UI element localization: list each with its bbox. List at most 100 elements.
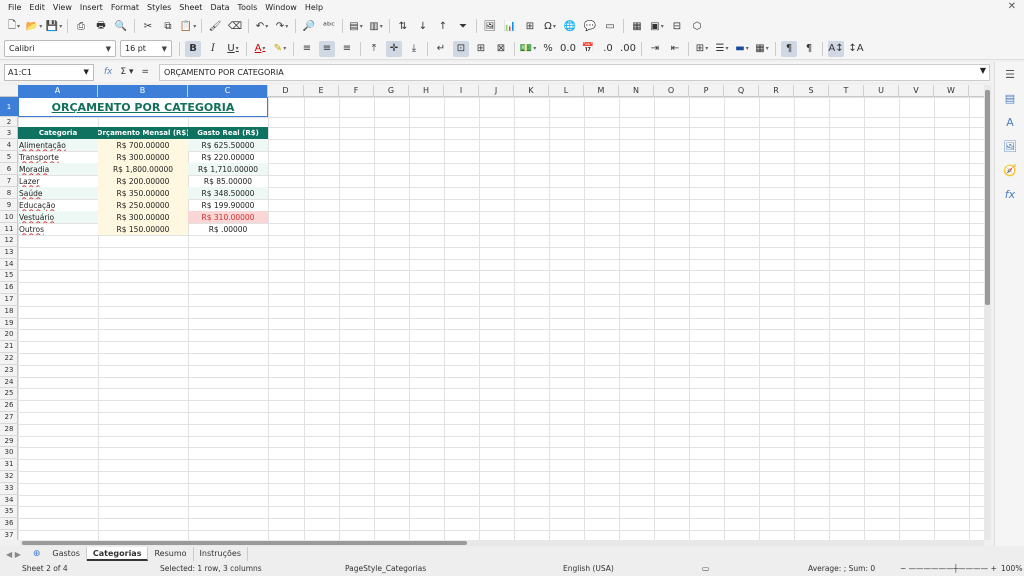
column-header-k[interactable]: K <box>514 85 549 97</box>
copy-icon[interactable]: ⧉ <box>160 18 176 34</box>
expand-formula-bar-icon[interactable]: ▼ <box>980 66 986 75</box>
percent-format-icon[interactable]: % <box>540 41 556 57</box>
row-header[interactable]: 12 <box>0 235 18 247</box>
right-to-left-icon[interactable]: ¶ <box>801 41 817 57</box>
formula-equals-icon[interactable]: = <box>141 67 149 77</box>
insert-chart-icon[interactable]: 📊 <box>502 18 518 34</box>
budget-cell[interactable]: R$ 1,800.00000 <box>98 163 188 175</box>
table-header-cell[interactable]: Orçamento Mensal (R$) <box>98 127 188 139</box>
category-cell[interactable]: Alimentação <box>18 139 98 151</box>
budget-cell[interactable]: R$ 300.00000 <box>98 211 188 223</box>
category-cell[interactable]: Lazer <box>18 175 98 187</box>
category-cell[interactable]: Vestuário <box>18 211 98 223</box>
column-header-h[interactable]: H <box>409 85 444 97</box>
font-color-icon[interactable]: A ▾ <box>252 41 268 57</box>
autofilter-icon[interactable]: ⏷ <box>455 18 471 34</box>
wrap-text-icon[interactable]: ↵ <box>433 41 449 57</box>
sheet-title-cell[interactable]: ORÇAMENTO POR CATEGORIA <box>18 97 268 117</box>
cut-icon[interactable]: ✂ <box>140 18 156 34</box>
new-document-icon[interactable]: 🗋 ▾ <box>6 18 22 34</box>
spent-cell[interactable]: R$ 625.50000 <box>188 139 268 151</box>
row-header[interactable]: 1 <box>0 97 18 117</box>
spent-cell[interactable]: R$ .00000 <box>188 223 268 235</box>
row-header[interactable]: 33 <box>0 483 18 495</box>
column-header-u[interactable]: U <box>864 85 899 97</box>
menu-view[interactable]: View <box>49 3 76 12</box>
border-style-icon[interactable]: ☰ ▾ <box>714 41 730 57</box>
budget-cell[interactable]: R$ 300.00000 <box>98 151 188 163</box>
find-replace-icon[interactable]: 🔎 <box>301 18 317 34</box>
row-header[interactable]: 2 <box>0 117 18 127</box>
save-icon[interactable]: 💾 ▾ <box>46 18 62 34</box>
special-character-icon[interactable]: Ω ▾ <box>542 18 558 34</box>
budget-cell[interactable]: R$ 700.00000 <box>98 139 188 151</box>
column-header-p[interactable]: P <box>689 85 724 97</box>
row-header[interactable]: 18 <box>0 306 18 318</box>
headers-footers-icon[interactable]: ▭ <box>602 18 618 34</box>
budget-cell[interactable]: R$ 350.00000 <box>98 187 188 199</box>
row-header[interactable]: 6 <box>0 163 18 175</box>
column-header-o[interactable]: O <box>654 85 689 97</box>
budget-cell[interactable]: R$ 200.00000 <box>98 175 188 187</box>
scroll-thumb[interactable] <box>985 90 990 305</box>
underline-icon[interactable]: U ▾ <box>225 41 241 57</box>
align-left-icon[interactable]: ≡ <box>299 41 315 57</box>
row-header[interactable]: 23 <box>0 365 18 377</box>
left-to-right-icon[interactable]: ¶ <box>781 40 797 57</box>
row-header[interactable]: 10 <box>0 211 18 223</box>
menu-icon[interactable]: ☰ <box>1003 68 1017 82</box>
zoom-slider[interactable]: − ——————┼———— + <box>900 564 997 573</box>
hyperlink-icon[interactable]: 🌐 <box>562 18 578 34</box>
clear-formatting-icon[interactable]: ⌫ <box>227 18 243 34</box>
spent-cell[interactable]: R$ 348.50000 <box>188 187 268 199</box>
row-icon[interactable]: ▤ ▾ <box>348 18 364 34</box>
row-header[interactable]: 26 <box>0 400 18 412</box>
sheet-tab-2[interactable]: Categorias <box>86 547 149 561</box>
align-bottom-icon[interactable]: ⤓ <box>406 41 422 57</box>
column-header-a[interactable]: A <box>18 85 98 97</box>
menu-sheet[interactable]: Sheet <box>175 3 206 12</box>
chevron-down-icon[interactable]: ▼ <box>84 68 89 76</box>
column-header-i[interactable]: I <box>444 85 479 97</box>
row-header[interactable]: 21 <box>0 341 18 353</box>
delete-decimal-icon[interactable]: .00 <box>620 41 636 57</box>
row-header[interactable]: 24 <box>0 377 18 389</box>
clone-formatting-icon[interactable]: 🖌 <box>207 18 223 34</box>
menu-insert[interactable]: Insert <box>76 3 107 12</box>
close-document-icon[interactable]: ✕ <box>1008 1 1016 12</box>
formula-input[interactable]: ORÇAMENTO POR CATEGORIA <box>159 63 990 81</box>
spent-cell[interactable]: R$ 1,710.00000 <box>188 163 268 175</box>
column-header-n[interactable]: N <box>619 85 654 97</box>
table-header-cell[interactable]: Categoria <box>18 127 98 139</box>
menu-tools[interactable]: Tools <box>234 3 262 12</box>
highlight-color-icon[interactable]: ✎ ▾ <box>272 41 288 57</box>
budget-cell[interactable]: R$ 250.00000 <box>98 199 188 211</box>
tab-nav-arrows-icon[interactable]: ◀ ▶ <box>0 550 27 559</box>
paste-icon[interactable]: 📋 ▾ <box>180 18 196 34</box>
spent-cell[interactable]: R$ 310.00000 <box>188 211 268 223</box>
selection-mode-icon[interactable]: ▭ <box>702 564 709 573</box>
unmerge-cells-icon[interactable]: ⊠ <box>493 41 509 57</box>
row-header[interactable]: 15 <box>0 270 18 283</box>
cell-grid[interactable]: ORÇAMENTO POR CATEGORIA Categoria Orçament… <box>18 97 984 540</box>
menu-window[interactable]: Window <box>261 3 301 12</box>
row-header[interactable]: 17 <box>0 294 18 306</box>
currency-format-icon[interactable]: 💵 ▾ <box>520 41 536 57</box>
scroll-thumb[interactable] <box>22 541 467 545</box>
vertical-scrollbar[interactable] <box>984 85 991 540</box>
insert-image-icon[interactable]: 🖼 <box>482 18 498 34</box>
column-header-b[interactable]: B <box>98 85 188 97</box>
row-header[interactable]: 37 <box>0 530 18 540</box>
sheet-tab-3[interactable]: Resumo <box>148 547 194 561</box>
row-header[interactable]: 16 <box>0 282 18 294</box>
align-top-icon[interactable]: ⤒ <box>366 41 382 57</box>
row-header[interactable]: 8 <box>0 187 18 199</box>
column-icon[interactable]: ▥ ▾ <box>368 18 384 34</box>
decrease-indent-icon[interactable]: ⇤ <box>667 41 683 57</box>
add-sheet-icon[interactable]: ⊕ <box>27 549 47 559</box>
borders-icon[interactable]: ⊞ ▾ <box>694 41 710 57</box>
row-header[interactable]: 19 <box>0 318 18 330</box>
budget-cell[interactable]: R$ 150.00000 <box>98 223 188 235</box>
bold-icon[interactable]: B <box>185 40 201 57</box>
column-header-g[interactable]: G <box>374 85 409 97</box>
